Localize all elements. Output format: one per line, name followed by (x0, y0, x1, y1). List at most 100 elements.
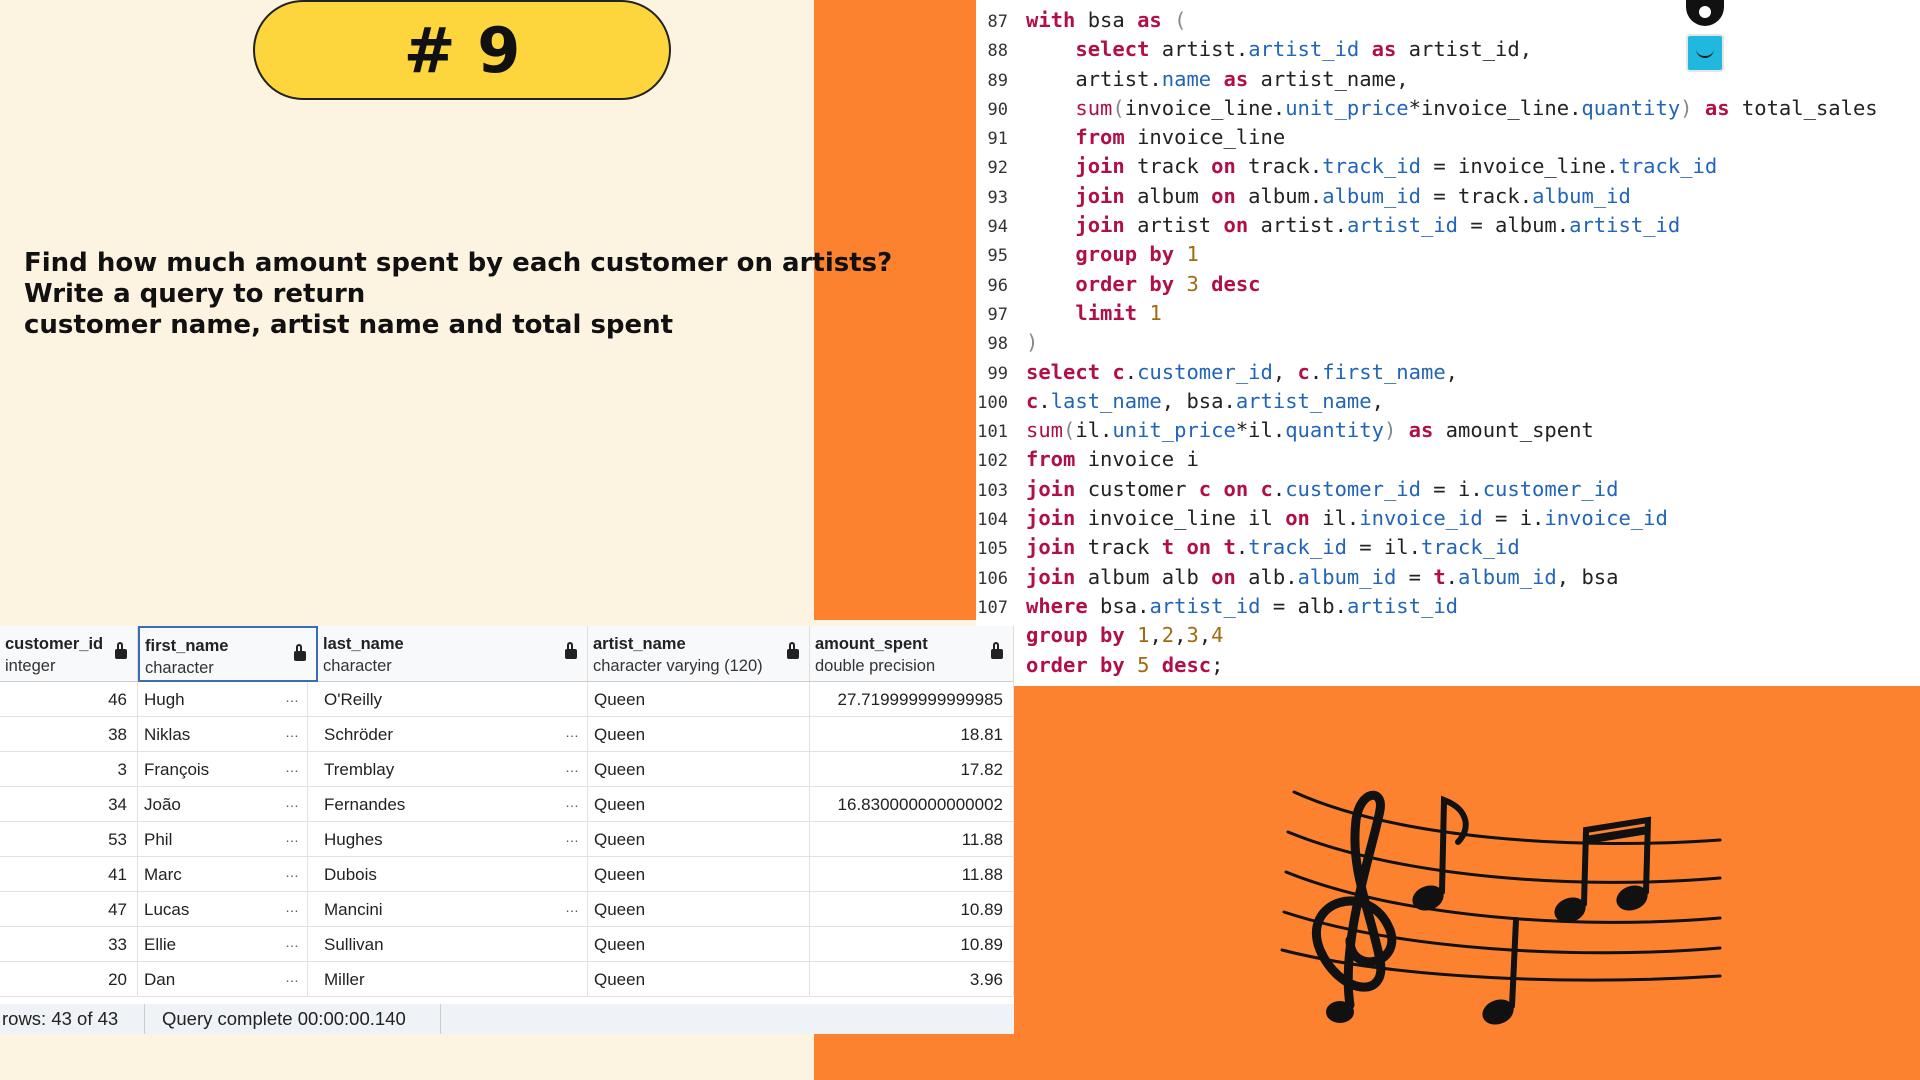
cell-artist-name[interactable]: Queen (588, 857, 810, 892)
more-icon[interactable]: … (285, 962, 299, 995)
cell-amount-spent[interactable]: 27.719999999999985 (810, 682, 1014, 717)
cell-last-name[interactable]: Tremblay… (318, 752, 588, 787)
cell-text: Phil (144, 830, 173, 849)
line-number: 106 (977, 568, 1008, 589)
cell-last-name[interactable]: Sullivan (318, 927, 588, 962)
column-type: character (323, 657, 392, 675)
cell-last-name[interactable]: Miller (318, 962, 588, 997)
cell-customer-id[interactable]: 41 (0, 857, 138, 892)
cell-artist-name[interactable]: Queen (588, 892, 810, 927)
cell-customer-id[interactable]: 46 (0, 682, 138, 717)
cell-first-name[interactable]: Dan… (138, 962, 308, 997)
line-number: 92 (987, 158, 1008, 179)
table-row[interactable]: 34 João … Fernandes … Queen 16.83000000000… (0, 787, 1014, 822)
cell-first-name[interactable]: Marc… (138, 857, 308, 892)
sql-editor[interactable]: 87 88 89 90 91 92 93 94 95 96 97 98 99 1… (976, 0, 1920, 686)
lock-icon (991, 642, 1003, 659)
cell-last-name[interactable]: Dubois (318, 857, 588, 892)
cell-last-name[interactable]: Mancini… (318, 892, 588, 927)
music-notes-illustration (1280, 790, 1722, 1025)
cell-artist-name[interactable]: Queen (588, 682, 810, 717)
table-row[interactable]: 46 Hugh … O'Reilly Queen 27.7199999999999… (0, 682, 1014, 717)
cell-amount-spent[interactable]: 10.89 (810, 927, 1014, 962)
line-number: 103 (977, 480, 1008, 501)
cell-amount-spent[interactable]: 16.830000000000002 (810, 787, 1014, 822)
cell-last-name[interactable]: Schröder… (318, 717, 588, 752)
cell-artist-name[interactable]: Queen (588, 822, 810, 857)
table-row[interactable]: 20 Dan … Miller Queen 3.96 (0, 962, 1014, 997)
code-line: join album on album.album_id = track.alb… (1075, 183, 1631, 208)
table-row[interactable]: 41 Marc … Dubois Queen 11.88 (0, 857, 1014, 892)
code-line: with bsa as ( (1026, 8, 1187, 32)
code-line: group by 1,2,3,4 (1026, 623, 1224, 648)
table-row[interactable]: 33 Ellie … Sullivan Queen 10.89 (0, 927, 1014, 962)
more-icon[interactable]: … (565, 752, 579, 785)
cell-text: Ellie (144, 935, 177, 954)
cell-artist-name[interactable]: Queen (588, 927, 810, 962)
code-line: where bsa.artist_id = alb.artist_id (1026, 593, 1459, 618)
cell-first-name[interactable]: João… (138, 787, 308, 822)
cell-artist-name[interactable]: Queen (588, 752, 810, 787)
cell-first-name[interactable]: Phil … (138, 822, 308, 857)
code-line: from invoice i (1026, 447, 1199, 472)
column-header-artist-name[interactable]: artist_name character varying (120) (588, 626, 810, 682)
cell-first-name[interactable]: Ellie … (138, 927, 308, 962)
cell-customer-id[interactable]: 20 (0, 962, 138, 997)
table-row[interactable]: 53 Phil … Hughes … Queen 11.88 (0, 822, 1014, 857)
cell-customer-id[interactable]: 33 (0, 927, 138, 962)
cell-artist-name[interactable]: Queen (588, 787, 810, 822)
cell-last-name[interactable]: Fernandes… (318, 787, 588, 822)
table-row[interactable]: 38 Niklas … Schröder … Queen 18.81 (0, 717, 1014, 752)
row-count: rows: 43 of 43 (2, 1008, 119, 1029)
more-icon[interactable]: … (565, 822, 579, 855)
cell-last-name[interactable]: Hughes … (318, 822, 588, 857)
cell-amount-spent[interactable]: 10.89 (810, 892, 1014, 927)
more-icon[interactable]: … (565, 787, 579, 820)
lock-icon (565, 642, 577, 659)
quarter-note-icon (1482, 917, 1519, 1025)
cell-amount-spent[interactable]: 11.88 (810, 822, 1014, 857)
cell-customer-id[interactable]: 34 (0, 787, 138, 822)
cell-text: Hughes (324, 830, 383, 849)
cell-artist-name[interactable]: Queen (588, 962, 810, 997)
cell-customer-id[interactable]: 53 (0, 822, 138, 857)
table-row[interactable]: 3 François … Tremblay … Queen 17.82 (0, 752, 1014, 787)
line-number: 87 (987, 12, 1008, 32)
cell-amount-spent[interactable]: 18.81 (810, 717, 1014, 752)
cell-last-name[interactable]: O'Reilly (318, 682, 588, 717)
more-icon[interactable]: … (285, 682, 299, 715)
column-header-last-name[interactable]: last_name character (318, 626, 588, 682)
cell-artist-name[interactable]: Queen (588, 717, 810, 752)
table-row[interactable]: 47 Lucas … Mancini … Queen 10.89 (0, 892, 1014, 927)
cell-customer-id[interactable]: 47 (0, 892, 138, 927)
line-number: 107 (977, 597, 1008, 618)
code-line: group by 1 (1075, 242, 1199, 267)
more-icon[interactable]: … (285, 787, 299, 820)
smile-square-icon[interactable] (1686, 34, 1724, 72)
cell-customer-id[interactable]: 3 (0, 752, 138, 787)
column-name: amount_spent (815, 635, 928, 653)
more-icon[interactable]: … (285, 892, 299, 925)
more-icon[interactable]: … (565, 892, 579, 925)
column-header-amount-spent[interactable]: amount_spent double precision (810, 626, 1014, 682)
more-icon[interactable]: … (285, 857, 299, 890)
column-header-first-name[interactable]: first_name character (138, 626, 318, 682)
more-icon[interactable]: … (285, 822, 299, 855)
results-grid[interactable]: customer_id integer first_name character… (0, 626, 1014, 1032)
code-line: ) (1026, 330, 1039, 355)
more-icon[interactable]: … (285, 927, 299, 960)
cell-amount-spent[interactable]: 17.82 (810, 752, 1014, 787)
lock-icon (294, 644, 306, 661)
cell-first-name[interactable]: Hugh… (138, 682, 308, 717)
cell-first-name[interactable]: Lucas… (138, 892, 308, 927)
cell-first-name[interactable]: Niklas… (138, 717, 308, 752)
more-icon[interactable]: … (565, 717, 579, 750)
more-icon[interactable]: … (285, 717, 299, 750)
more-icon[interactable]: … (285, 752, 299, 785)
cell-amount-spent[interactable]: 11.88 (810, 857, 1014, 892)
cell-customer-id[interactable]: 38 (0, 717, 138, 752)
column-header-customer-id[interactable]: customer_id integer (0, 626, 138, 682)
cell-first-name[interactable]: François… (138, 752, 308, 787)
cell-amount-spent[interactable]: 3.96 (810, 962, 1014, 997)
line-number: 102 (977, 451, 1008, 472)
